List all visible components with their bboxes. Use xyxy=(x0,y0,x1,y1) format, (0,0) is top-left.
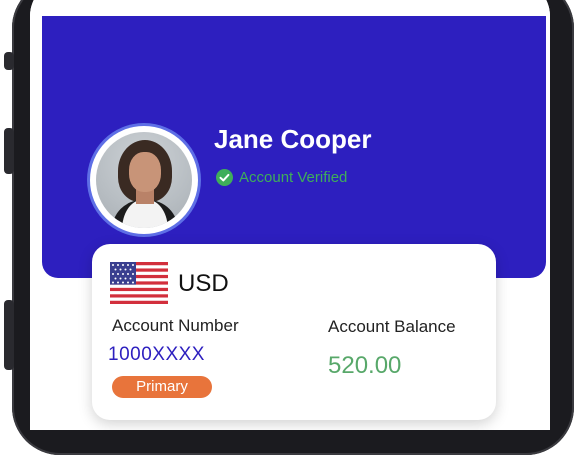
phone-side-button xyxy=(4,300,14,370)
verification-text: Account Verified xyxy=(239,169,348,186)
profile-header: Jane Cooper Account Verified xyxy=(42,16,546,278)
phone-screen: Jane Cooper Account Verified USD Account… xyxy=(30,0,550,430)
primary-badge: Primary xyxy=(112,376,212,398)
phone-side-button xyxy=(4,128,14,174)
check-circle-icon xyxy=(216,169,233,186)
status-bar-area xyxy=(30,0,550,16)
account-number-label: Account Number xyxy=(112,316,239,335)
account-card[interactable]: USD Account Number 1000XXXX Primary Acco… xyxy=(92,244,496,420)
currency-code: USD xyxy=(178,270,229,297)
us-flag-icon xyxy=(110,262,168,304)
account-number-value: 1000XXXX xyxy=(108,344,205,365)
phone-side-button xyxy=(4,52,14,70)
avatar[interactable] xyxy=(90,126,198,234)
account-balance-value: 520.00 xyxy=(328,352,402,379)
verification-status: Account Verified xyxy=(216,169,347,186)
user-name: Jane Cooper xyxy=(214,124,372,154)
account-balance-label: Account Balance xyxy=(328,317,456,336)
user-photo-icon xyxy=(96,132,192,228)
